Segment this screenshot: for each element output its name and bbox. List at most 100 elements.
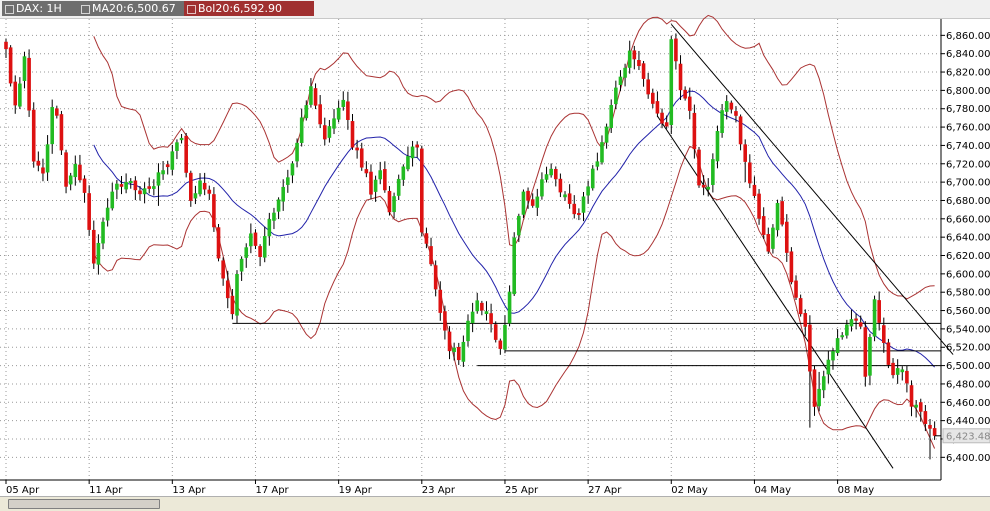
horizontal-scrollbar[interactable] [0, 496, 990, 511]
candle-body [918, 402, 923, 412]
candle-body [914, 404, 918, 408]
price-chart[interactable]: 6,400.006,420.006,440.006,460.006,480.00… [0, 0, 990, 496]
candle-body [498, 340, 503, 349]
candle [27, 49, 31, 117]
candle-body [507, 291, 512, 324]
scrollbar-thumb[interactable] [8, 499, 160, 509]
candle-body [392, 196, 396, 213]
candle-body [517, 215, 521, 236]
candle-body [456, 347, 461, 361]
candle-body [637, 60, 641, 67]
y-tick-label: 6,500.00 [946, 361, 990, 372]
candle-body [558, 178, 563, 193]
candle-body [286, 177, 290, 185]
candle-body [36, 160, 41, 166]
candle-body [877, 300, 881, 323]
candle-body [396, 178, 401, 196]
candle-body [701, 184, 706, 188]
candle-body [868, 337, 872, 376]
candle-body [720, 110, 724, 134]
candle-body [258, 246, 262, 258]
candle-body [336, 107, 341, 120]
last-price-marker: 6,423.48 [942, 428, 990, 444]
candle-body [41, 167, 45, 174]
candle-body [443, 311, 447, 331]
candle-body [577, 213, 581, 216]
candle-body [355, 147, 359, 151]
candle-body [369, 171, 373, 195]
candle-body [489, 313, 493, 325]
y-tick-label: 6,800.00 [946, 86, 990, 97]
y-tick-label: 6,520.00 [946, 343, 990, 354]
candle-body [674, 38, 678, 62]
candle-body [664, 122, 669, 127]
candle-body [207, 189, 212, 194]
candle [512, 232, 516, 296]
candle-body [304, 105, 309, 119]
candle-body [64, 152, 68, 187]
candle-body [683, 89, 687, 99]
candle-body [73, 163, 78, 178]
candle-body [239, 258, 244, 272]
candle [59, 110, 64, 155]
candle-body [313, 88, 318, 106]
candle-body [13, 81, 18, 106]
candle-body [202, 182, 207, 190]
candle-body [812, 369, 817, 407]
candle-body [115, 183, 119, 190]
x-tick-label: 23 Apr [422, 485, 456, 496]
candle-body [299, 117, 304, 143]
candle-body [295, 142, 299, 162]
candle-body [373, 179, 378, 192]
candle-body [831, 351, 835, 361]
candle [886, 338, 891, 369]
candle-body [863, 327, 868, 377]
candle-body [4, 41, 8, 50]
candle-body [318, 104, 322, 125]
candle-body [461, 341, 466, 362]
y-tick-label: 6,700.00 [946, 178, 990, 189]
candle-body [410, 146, 415, 159]
y-tick-label: 6,840.00 [946, 49, 990, 60]
candle-body [706, 186, 711, 190]
y-tick-label: 6,440.00 [946, 416, 990, 427]
y-tick-label: 6,720.00 [946, 159, 990, 170]
candle-body [235, 274, 239, 316]
candle-body [526, 190, 530, 201]
x-tick-label: 27 Apr [588, 485, 622, 496]
candle [669, 36, 674, 135]
y-tick-label: 6,820.00 [946, 68, 990, 79]
candle-body [152, 186, 156, 189]
candle [697, 147, 701, 188]
candle-body [771, 227, 775, 249]
candle-body [91, 229, 96, 264]
y-tick-label: 6,460.00 [946, 398, 990, 409]
candle-body [429, 246, 433, 265]
candle-body [849, 319, 854, 327]
candle-body [249, 233, 253, 247]
x-tick-label: 17 Apr [255, 485, 289, 496]
candle [590, 165, 595, 191]
x-tick-label: 04 May [754, 485, 791, 496]
candle-body [50, 107, 54, 145]
y-tick-label: 6,400.00 [946, 453, 990, 464]
candle-body [789, 251, 794, 283]
candle-body [627, 50, 632, 68]
candle-body [872, 299, 877, 337]
y-tick-label: 6,780.00 [946, 104, 990, 115]
candle-body [253, 232, 258, 246]
candle-body [189, 172, 193, 201]
candle-body [45, 144, 50, 173]
candle-body [549, 168, 553, 176]
candle-body [221, 260, 225, 279]
candle-body [521, 191, 526, 215]
candle-body [244, 247, 249, 258]
candle-body [309, 86, 313, 105]
candle-body [905, 370, 909, 384]
candle-body [179, 137, 184, 141]
candle-body [808, 324, 812, 372]
candle-body [55, 108, 59, 116]
candle [216, 224, 221, 262]
candle-body [170, 151, 175, 170]
candle-body [216, 227, 221, 259]
